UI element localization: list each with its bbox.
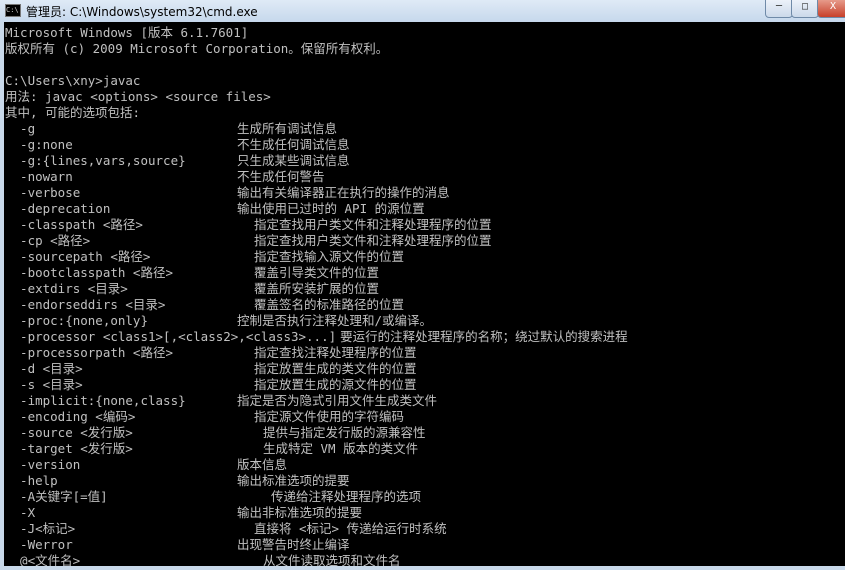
console-line: 版权所有 (c) 2009 Microsoft Corporation。保留所有… [5,41,389,56]
option-name: -sourcepath <路径> [5,249,151,264]
option-row: -version 版本信息 [5,457,845,473]
option-row: -d <目录> 指定放置生成的类文件的位置 [5,361,845,377]
option-name: -g:none [5,137,73,152]
option-description: 输出使用已过时的 API 的源位置 [237,201,425,216]
option-row: -classpath <路径> 指定查找用户类文件和注释处理程序的位置 [5,217,845,233]
option-description: 输出非标准选项的提要 [237,505,363,520]
console-line: Microsoft Windows [版本 6.1.7601] [5,25,249,40]
option-description: 指定源文件使用的字符编码 [254,409,405,424]
option-name: -bootclasspath <路径> [5,265,173,280]
option-description: 版本信息 [237,457,288,472]
option-row: -extdirs <目录> 覆盖所安装扩展的位置 [5,281,845,297]
cmd-icon: C:\ [5,4,21,17]
option-name: -extdirs <目录> [5,281,128,296]
option-name: -J<标记> [5,521,76,536]
option-name: -A关键字[=值] [5,489,108,504]
option-description: 指定查找注释处理程序的位置 [254,345,417,360]
option-name: -endorseddirs <目录> [5,297,166,312]
maximize-button[interactable]: □ [791,0,819,18]
option-row: -proc:{none,only} 控制是否执行注释处理和/或编译。 [5,313,845,329]
option-description: 直接将 <标记> 传递给运行时系统 [254,521,447,536]
console-line: C:\Users\xny>javac [5,73,141,88]
option-description: 指定查找用户类文件和注释处理程序的位置 [254,233,492,248]
option-row: -cp <路径> 指定查找用户类文件和注释处理程序的位置 [5,233,845,249]
option-name: -Werror [5,537,73,552]
option-row: -deprecation 输出使用已过时的 API 的源位置 [5,201,845,217]
option-description: 不生成任何调试信息 [237,137,350,152]
option-description: 生成所有调试信息 [237,121,338,136]
option-description: 覆盖所安装扩展的位置 [254,281,380,296]
option-description: 提供与指定发行版的源兼容性 [263,425,426,440]
option-row: -source <发行版> 提供与指定发行版的源兼容性 [5,425,845,441]
option-row: -bootclasspath <路径> 覆盖引导类文件的位置 [5,265,845,281]
option-name: -implicit:{none,class} [5,393,186,408]
option-row: -help 输出标准选项的提要 [5,473,845,489]
option-row: -processorpath <路径> 指定查找注释处理程序的位置 [5,345,845,361]
option-description: 控制是否执行注释处理和/或编译。 [237,313,433,328]
option-description: 出现警告时终止编译 [237,537,350,552]
option-name: -classpath <路径> [5,217,143,232]
window-border [0,566,845,570]
minimize-button[interactable]: ─ [765,0,793,18]
option-name: -cp <路径> [5,233,91,248]
option-name: -processor <class1>[,<class2>,<class3>..… [5,329,337,344]
option-description: 要运行的注释处理程序的名称；绕过默认的搜索进程 [340,329,628,344]
option-row: -g:none 不生成任何调试信息 [5,137,845,153]
option-row: -nowarn 不生成任何警告 [5,169,845,185]
option-name: -g:{lines,vars,source} [5,153,186,168]
option-name: -processorpath <路径> [5,345,173,360]
option-description: 覆盖签名的标准路径的位置 [254,297,405,312]
option-name: -g [5,121,36,136]
option-description: 指定放置生成的源文件的位置 [254,377,417,392]
option-name: -nowarn [5,169,73,184]
option-name: -encoding <编码> [5,409,136,424]
option-row: -encoding <编码> 指定源文件使用的字符编码 [5,409,845,425]
option-description: 生成特定 VM 版本的类文件 [263,441,419,456]
option-name: -verbose [5,185,81,200]
console-output[interactable]: Microsoft Windows [版本 6.1.7601] 版权所有 (c) … [4,22,845,566]
option-description: 传递给注释处理程序的选项 [271,489,422,504]
option-row: -g 生成所有调试信息 [5,121,845,137]
option-description: 覆盖引导类文件的位置 [254,265,380,280]
option-name: -deprecation [5,201,111,216]
option-row: -X 输出非标准选项的提要 [5,505,845,521]
option-row: -g:{lines,vars,source} 只生成某些调试信息 [5,153,845,169]
option-description: 不生成任何警告 [237,169,325,184]
console-line: 用法: javac <options> <source files> [5,89,271,104]
option-row: -endorseddirs <目录> 覆盖签名的标准路径的位置 [5,297,845,313]
window-title: 管理员: C:\Windows\system32\cmd.exe [26,5,258,19]
option-name: -target <发行版> [5,441,133,456]
close-button[interactable]: X [817,0,845,18]
option-description: 指定是否为隐式引用文件生成类文件 [237,393,438,408]
option-name: -proc:{none,only} [5,313,148,328]
option-description: 只生成某些调试信息 [237,153,350,168]
option-name: -s <目录> [5,377,83,392]
option-name: -version [5,457,81,472]
option-row: -target <发行版> 生成特定 VM 版本的类文件 [5,441,845,457]
option-name: -source <发行版> [5,425,133,440]
option-row: @<文件名> 从文件读取选项和文件名 [5,553,845,566]
option-description: 指定放置生成的类文件的位置 [254,361,417,376]
title-bar[interactable]: C:\ 管理员: C:\Windows\system32\cmd.exe ─ □… [0,0,845,22]
option-name: @<文件名> [5,553,81,566]
option-row: -s <目录> 指定放置生成的源文件的位置 [5,377,845,393]
option-row: -verbose 输出有关编译器正在执行的操作的消息 [5,185,845,201]
option-description: 指定查找输入源文件的位置 [254,249,405,264]
option-description: 输出有关编译器正在执行的操作的消息 [237,185,450,200]
option-description: 从文件读取选项和文件名 [263,553,401,566]
option-description: 输出标准选项的提要 [237,473,350,488]
console-line: 其中, 可能的选项包括: [5,105,141,120]
option-name: -d <目录> [5,361,83,376]
option-row: -A关键字[=值] 传递给注释处理程序的选项 [5,489,845,505]
option-row: -Werror 出现警告时终止编译 [5,537,845,553]
option-name: -help [5,473,58,488]
option-description: 指定查找用户类文件和注释处理程序的位置 [254,217,492,232]
option-row: -J<标记> 直接将 <标记> 传递给运行时系统 [5,521,845,537]
option-row: -processor <class1>[,<class2>,<class3>..… [5,329,845,345]
option-row: -sourcepath <路径> 指定查找输入源文件的位置 [5,249,845,265]
option-name: -X [5,505,36,520]
option-row: -implicit:{none,class} 指定是否为隐式引用文件生成类文件 [5,393,845,409]
